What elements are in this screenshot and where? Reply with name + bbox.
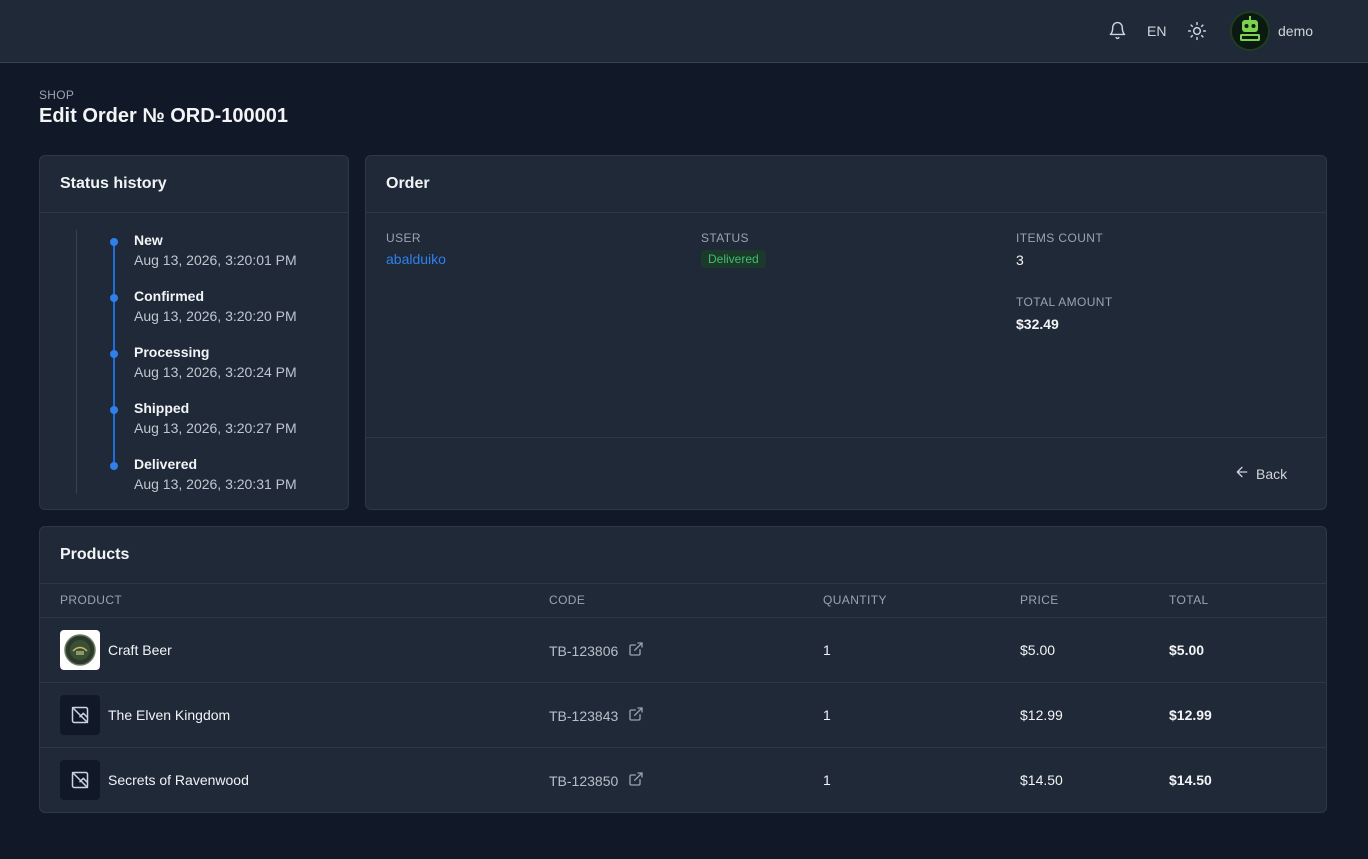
timeline-item: Delivered Aug 13, 2026, 3:20:31 PM bbox=[40, 456, 348, 496]
column-header-product: PRODUCT bbox=[60, 593, 123, 607]
product-quantity: 1 bbox=[823, 772, 831, 788]
language-switcher[interactable]: EN bbox=[1147, 23, 1166, 39]
products-title: Products bbox=[40, 527, 1326, 584]
external-link-icon[interactable] bbox=[628, 641, 644, 660]
external-link-icon[interactable] bbox=[628, 771, 644, 790]
product-quantity: 1 bbox=[823, 707, 831, 723]
top-bar: EN demo bbox=[0, 0, 1368, 63]
timeline-item: New Aug 13, 2026, 3:20:01 PM bbox=[40, 232, 348, 272]
timeline-time: Aug 13, 2026, 3:20:01 PM bbox=[134, 252, 297, 268]
timeline-status: Confirmed bbox=[134, 288, 204, 304]
column-header-price: PRICE bbox=[1020, 593, 1059, 607]
product-name: Secrets of Ravenwood bbox=[108, 772, 249, 788]
external-link-icon[interactable] bbox=[628, 706, 644, 725]
timeline-status: Shipped bbox=[134, 400, 190, 416]
timeline-status: Processing bbox=[134, 344, 210, 360]
back-button[interactable]: Back bbox=[1234, 464, 1287, 483]
total-amount-value: $32.49 bbox=[1016, 316, 1059, 332]
status-label: STATUS bbox=[701, 231, 749, 245]
timeline-time: Aug 13, 2026, 3:20:20 PM bbox=[134, 308, 297, 324]
order-footer-divider bbox=[366, 437, 1326, 438]
product-total: $5.00 bbox=[1169, 642, 1205, 658]
product-code-text: TB-123806 bbox=[549, 642, 619, 659]
timeline-item: Shipped Aug 13, 2026, 3:20:27 PM bbox=[40, 400, 348, 440]
products-card: Products PRODUCT CODE QUANTITY PRICE TOT… bbox=[39, 526, 1327, 813]
total-amount-label: TOTAL AMOUNT bbox=[1016, 295, 1113, 309]
status-badge: Delivered bbox=[701, 250, 766, 268]
table-row: The Elven Kingdom TB-123843 1 $12.99 $12… bbox=[40, 683, 1326, 748]
timeline-item: Confirmed Aug 13, 2026, 3:20:20 PM bbox=[40, 288, 348, 328]
product-name: Craft Beer bbox=[108, 642, 172, 658]
sun-icon[interactable] bbox=[1187, 21, 1207, 41]
products-table-header: PRODUCT CODE QUANTITY PRICE TOTAL bbox=[40, 584, 1326, 618]
product-total: $12.99 bbox=[1169, 707, 1212, 723]
column-header-total: TOTAL bbox=[1169, 593, 1209, 607]
product-total: $14.50 bbox=[1169, 772, 1212, 788]
items-count-value: 3 bbox=[1016, 252, 1024, 268]
user-link[interactable]: abalduiko bbox=[386, 251, 446, 267]
order-title: Order bbox=[366, 156, 1326, 213]
timeline-status: New bbox=[134, 232, 163, 248]
product-code: TB-123806 bbox=[549, 641, 644, 660]
timeline-dot bbox=[110, 350, 118, 358]
breadcrumb: SHOP bbox=[39, 88, 75, 102]
back-label: Back bbox=[1256, 465, 1288, 482]
status-history-title: Status history bbox=[40, 156, 348, 213]
items-count-label: ITEMS COUNT bbox=[1016, 231, 1104, 245]
timeline-dot bbox=[110, 294, 118, 302]
timeline-dot bbox=[110, 462, 118, 470]
column-header-quantity: QUANTITY bbox=[823, 593, 887, 607]
arrow-left-icon bbox=[1234, 464, 1250, 483]
product-code-text: TB-123850 bbox=[549, 772, 619, 789]
image-placeholder-icon bbox=[60, 760, 100, 800]
bell-icon[interactable] bbox=[1108, 21, 1127, 40]
timeline-status: Delivered bbox=[134, 456, 198, 472]
timeline-dot bbox=[110, 406, 118, 414]
order-card: Order USER abalduiko STATUS Delivered IT… bbox=[365, 155, 1327, 510]
avatar[interactable] bbox=[1230, 11, 1270, 51]
timeline-time: Aug 13, 2026, 3:20:24 PM bbox=[134, 364, 297, 380]
username[interactable]: demo bbox=[1278, 23, 1313, 39]
image-placeholder-icon bbox=[60, 695, 100, 735]
table-row: Craft Beer TB-123806 1 $5.00 $5.00 bbox=[40, 618, 1326, 683]
timeline-time: Aug 13, 2026, 3:20:27 PM bbox=[134, 420, 297, 436]
page-title: Edit Order № ORD-100001 bbox=[39, 105, 289, 127]
product-price: $14.50 bbox=[1020, 772, 1063, 788]
product-code: TB-123850 bbox=[549, 771, 644, 790]
product-price: $12.99 bbox=[1020, 707, 1063, 723]
status-history-card: Status history New Aug 13, 2026, 3:20:01… bbox=[39, 155, 349, 510]
timeline-time: Aug 13, 2026, 3:20:31 PM bbox=[134, 476, 297, 492]
product-code: TB-123843 bbox=[549, 706, 644, 725]
product-code-text: TB-123843 bbox=[549, 707, 619, 724]
product-name: The Elven Kingdom bbox=[108, 707, 231, 723]
table-row: Secrets of Ravenwood TB-123850 1 $14.50 … bbox=[40, 748, 1326, 813]
product-price: $5.00 bbox=[1020, 642, 1056, 658]
timeline-dot bbox=[110, 238, 118, 246]
user-label: USER bbox=[386, 231, 421, 245]
timeline-item: Processing Aug 13, 2026, 3:20:24 PM bbox=[40, 344, 348, 384]
column-header-code: CODE bbox=[549, 593, 586, 607]
product-image bbox=[60, 630, 100, 670]
product-quantity: 1 bbox=[823, 642, 831, 658]
